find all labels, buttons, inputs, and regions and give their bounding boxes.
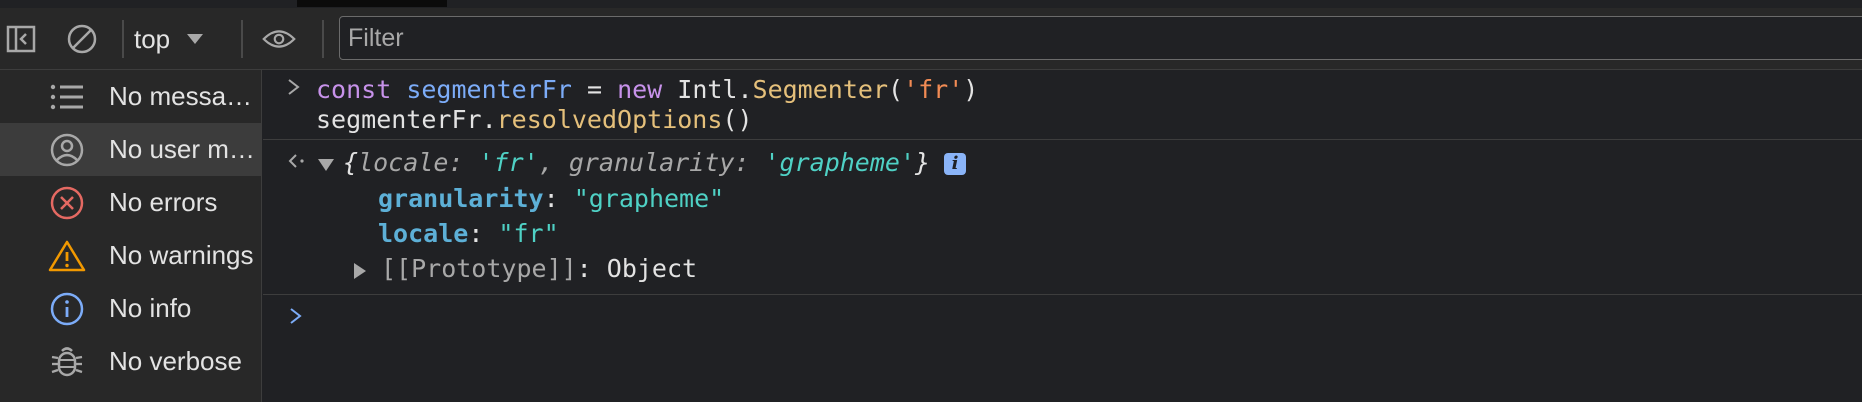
summary-value: 'fr' — [478, 148, 539, 177]
input-prompt-icon — [287, 78, 301, 101]
sidebar-item-label: No verbose — [109, 346, 242, 376]
code-colon: : — [576, 254, 607, 283]
expand-arrow-right-icon[interactable] — [353, 262, 367, 285]
entry-divider — [263, 139, 1862, 140]
code-colon: : — [543, 184, 574, 213]
prototype-row[interactable]: [[Prototype]]: Object — [381, 254, 697, 283]
entry-divider — [263, 294, 1862, 295]
sidebar-toggle-icon[interactable] — [4, 22, 38, 56]
expand-arrow-down-icon[interactable] — [317, 158, 335, 177]
code-keyword: const — [316, 75, 392, 104]
user-icon — [47, 130, 87, 170]
summary-key: granularity — [568, 148, 735, 177]
sidebar-item-label: No messa… — [109, 81, 253, 111]
prototype-key: [[Prototype]] — [381, 254, 577, 283]
summary-key: locale — [358, 148, 449, 177]
property-value: "fr" — [498, 219, 559, 248]
code-method: resolvedOptions — [496, 105, 723, 134]
code-variable: segmenterFr. — [316, 105, 497, 134]
sidebar-item-warnings[interactable]: No warnings — [0, 229, 261, 282]
sidebar-item-errors[interactable]: No errors — [0, 176, 261, 229]
info-badge-icon[interactable]: i — [944, 153, 967, 175]
console-sidebar: No messa… No user m… No errors No warnin… — [0, 70, 262, 402]
input-line-2: segmenterFr.resolvedOptions() — [316, 105, 753, 134]
active-tab-marker — [297, 0, 447, 7]
input-line-1: const segmenterFr = new Intl.Segmenter('… — [316, 75, 978, 104]
sidebar-item-label: No info — [109, 293, 192, 323]
error-icon — [47, 183, 87, 223]
code-class: Segmenter — [752, 75, 888, 104]
code-brace: } — [915, 148, 931, 177]
console-prompt-input[interactable] — [313, 300, 1853, 334]
console-toolbar: top — [0, 8, 1862, 70]
code-paren: ) — [963, 75, 979, 104]
code-variable: segmenterFr — [406, 75, 572, 104]
code-string: 'fr' — [903, 75, 964, 104]
code-paren: ( — [888, 75, 904, 104]
sidebar-item-label: No warnings — [109, 240, 254, 270]
code-colon: : — [734, 148, 765, 177]
output-summary[interactable]: {locale: 'fr', granularity: 'grapheme'} i — [343, 148, 967, 177]
output-return-icon — [287, 152, 309, 175]
info-icon — [47, 289, 87, 329]
property-value: "grapheme" — [573, 184, 725, 213]
prompt-chevron-icon — [289, 307, 303, 330]
code-paren: () — [722, 105, 753, 134]
toolbar-separator — [322, 20, 324, 58]
property-row: granularity: "grapheme" — [378, 184, 724, 213]
warning-icon — [47, 236, 87, 276]
toolbar-separator — [122, 20, 124, 58]
toolbar-separator — [241, 20, 243, 58]
prototype-value: Object — [606, 254, 698, 283]
sidebar-item-info[interactable]: No info — [0, 282, 261, 335]
property-key: locale — [378, 219, 469, 248]
code-keyword: new — [617, 75, 663, 104]
code-brace: { — [343, 148, 359, 177]
eye-icon[interactable] — [262, 22, 296, 56]
dropdown-arrow-icon — [187, 34, 204, 44]
sidebar-item-messages[interactable]: No messa… — [0, 70, 261, 123]
summary-value: 'grapheme' — [764, 148, 916, 177]
property-key: granularity — [378, 184, 544, 213]
code-colon: : — [468, 219, 499, 248]
code-comma: , — [538, 148, 569, 177]
clear-console-icon[interactable] — [65, 22, 99, 56]
sidebar-item-label: No errors — [109, 187, 218, 217]
list-icon — [47, 77, 87, 117]
sidebar-item-verbose[interactable]: No verbose — [0, 335, 261, 388]
code-colon: : — [448, 148, 479, 177]
console-output: const segmenterFr = new Intl.Segmenter('… — [263, 70, 1862, 402]
filter-input[interactable] — [340, 17, 1862, 59]
bug-icon — [47, 342, 87, 382]
context-selector[interactable]: top — [134, 22, 204, 56]
filter-box — [339, 16, 1862, 60]
code-operator: = — [571, 75, 618, 104]
property-row: locale: "fr" — [378, 219, 559, 248]
context-label: top — [134, 23, 171, 54]
sidebar-item-user-messages[interactable]: No user m… — [0, 123, 261, 176]
code-object: Intl. — [662, 75, 753, 104]
sidebar-item-label: No user m… — [109, 134, 255, 164]
